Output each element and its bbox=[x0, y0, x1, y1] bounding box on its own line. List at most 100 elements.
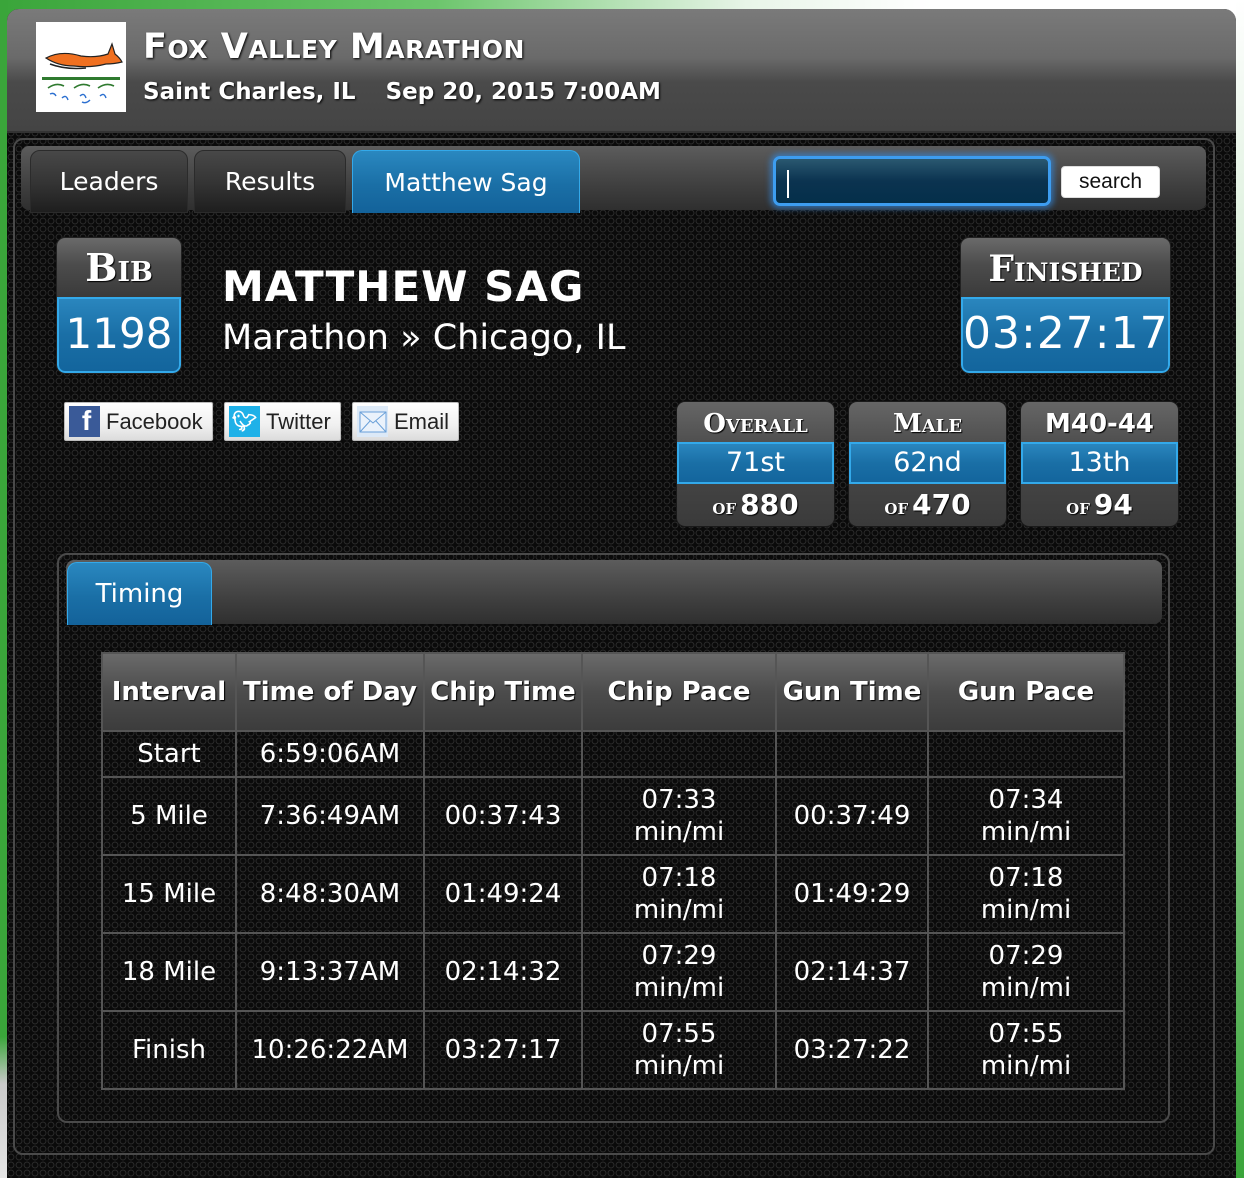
pace-value: 07:29 bbox=[641, 941, 717, 971]
finish-time: 03:27:17 bbox=[961, 297, 1170, 373]
tab-timing[interactable]: Timing bbox=[67, 562, 212, 625]
race-name: Marathon bbox=[222, 318, 389, 358]
pace-value: 07:34 bbox=[988, 785, 1064, 815]
email-icon bbox=[357, 406, 388, 437]
time-of-day-cell: 8:48:30AM bbox=[235, 854, 425, 934]
rank-total-value: 94 bbox=[1093, 488, 1133, 521]
event-datetime: Sep 20, 2015 7:00AM bbox=[385, 79, 661, 105]
search-input[interactable] bbox=[773, 156, 1051, 206]
rank-age-group: M40-44 13th of 94 bbox=[1021, 402, 1178, 526]
pace-unit: min/mi bbox=[633, 895, 725, 925]
pace-unit: min/mi bbox=[633, 973, 725, 1003]
table-row: 18 Mile 9:13:37AM 02:14:32 07:29 min/mi 0… bbox=[101, 932, 1125, 1012]
column-header-gun-time: Gun Time bbox=[775, 652, 929, 732]
tab-leaders[interactable]: Leaders bbox=[30, 150, 188, 213]
facebook-icon: f bbox=[69, 405, 100, 437]
timing-table: Interval Time of Day Chip Time Chip Pace… bbox=[101, 652, 1125, 1090]
table-row: Start 6:59:06AM bbox=[101, 730, 1125, 778]
pace-unit: min/mi bbox=[633, 817, 725, 847]
interval-cell: 18 Mile bbox=[101, 932, 237, 1012]
pace-value: 07:55 bbox=[988, 1019, 1064, 1049]
text-cursor bbox=[787, 170, 789, 198]
page-background-right bbox=[1236, 0, 1244, 1178]
table-row: 5 Mile 7:36:49AM 00:37:43 07:33 min/mi 00… bbox=[101, 776, 1125, 856]
pace-unit: min/mi bbox=[980, 1051, 1072, 1081]
time-of-day-cell: 10:26:22AM bbox=[235, 1010, 425, 1090]
interval-cell: Finish bbox=[101, 1010, 237, 1090]
column-header-chip-pace: Chip Pace bbox=[581, 652, 777, 732]
time-of-day-cell: 7:36:49AM bbox=[235, 776, 425, 856]
search-button[interactable]: search bbox=[1061, 166, 1160, 198]
runner-meta: Marathon » Chicago, IL bbox=[222, 318, 625, 358]
chip-pace-cell bbox=[581, 730, 777, 778]
column-header-gun-pace: Gun Pace bbox=[927, 652, 1125, 732]
column-header-chip-time: Chip Time bbox=[423, 652, 583, 732]
pace-value: 07:18 bbox=[988, 863, 1064, 893]
bib-label: Bib bbox=[57, 238, 181, 297]
share-email-label: Email bbox=[394, 408, 450, 434]
tab-runner[interactable]: Matthew Sag bbox=[352, 150, 580, 213]
column-header-interval: Interval bbox=[101, 652, 237, 732]
pace-value: 07:18 bbox=[641, 863, 717, 893]
gun-pace-cell: 07:29 min/mi bbox=[927, 932, 1125, 1012]
chip-time-cell: 01:49:24 bbox=[423, 854, 583, 934]
time-of-day-cell: 6:59:06AM bbox=[235, 730, 425, 778]
chip-time-cell: 00:37:43 bbox=[423, 776, 583, 856]
chip-time-cell bbox=[423, 730, 583, 778]
rank-label: Male bbox=[892, 409, 963, 439]
pace-unit: min/mi bbox=[633, 1051, 725, 1081]
gun-time-cell: 02:14:37 bbox=[775, 932, 929, 1012]
pace-unit: min/mi bbox=[980, 895, 1072, 925]
rank-total: of 94 bbox=[1021, 484, 1178, 526]
pace-unit: min/mi bbox=[980, 817, 1072, 847]
chip-pace-cell: 07:18 min/mi bbox=[581, 854, 777, 934]
event-header: Fox Valley Marathon Saint Charles, IL Sep… bbox=[7, 9, 1236, 133]
chip-pace-cell: 07:33 min/mi bbox=[581, 776, 777, 856]
chip-time-cell: 03:27:17 bbox=[423, 1010, 583, 1090]
rank-gender: Male 62nd of 470 bbox=[849, 402, 1006, 526]
column-header-time-of-day: Time of Day bbox=[235, 652, 425, 732]
runner-name: MATTHEW SAG bbox=[222, 262, 585, 311]
rank-total-value: 470 bbox=[912, 488, 971, 521]
rank-overall: Overall 71st of 880 bbox=[677, 402, 834, 526]
event-subtitle: Saint Charles, IL Sep 20, 2015 7:00AM bbox=[143, 79, 661, 105]
rank-label: M40-44 bbox=[1044, 409, 1155, 439]
of-label: of bbox=[712, 494, 737, 520]
share-facebook-label: Facebook bbox=[106, 408, 203, 434]
rank-place: 71st bbox=[677, 442, 834, 484]
event-logo bbox=[36, 22, 126, 112]
pace-unit: min/mi bbox=[980, 973, 1072, 1003]
interval-cell: Start bbox=[101, 730, 237, 778]
rank-total-value: 880 bbox=[740, 488, 799, 521]
share-email-button[interactable]: Email bbox=[352, 402, 459, 441]
runner-hometown: Chicago, IL bbox=[432, 318, 626, 358]
share-twitter-button[interactable]: 🐦︎ Twitter bbox=[224, 402, 341, 441]
tab-results[interactable]: Results bbox=[194, 150, 346, 213]
gun-pace-cell: 07:55 min/mi bbox=[927, 1010, 1125, 1090]
share-twitter-label: Twitter bbox=[266, 408, 331, 434]
gun-time-cell: 01:49:29 bbox=[775, 854, 929, 934]
chip-pace-cell: 07:29 min/mi bbox=[581, 932, 777, 1012]
pace-value: 07:55 bbox=[641, 1019, 717, 1049]
pace-value: 07:29 bbox=[988, 941, 1064, 971]
share-facebook-button[interactable]: f Facebook bbox=[64, 402, 213, 441]
bib-badge: Bib 1198 bbox=[57, 238, 181, 373]
interval-cell: 15 Mile bbox=[101, 854, 237, 934]
bib-number: 1198 bbox=[57, 297, 181, 373]
gun-pace-cell bbox=[927, 730, 1125, 778]
rank-total: of 470 bbox=[849, 484, 1006, 526]
rank-label: Overall bbox=[703, 409, 808, 439]
gun-time-cell bbox=[775, 730, 929, 778]
timing-tab-bar bbox=[66, 560, 1162, 624]
table-row: Finish 10:26:22AM 03:27:17 07:55 min/mi 0… bbox=[101, 1010, 1125, 1090]
rank-place: 13th bbox=[1021, 442, 1178, 484]
gun-time-cell: 00:37:49 bbox=[775, 776, 929, 856]
event-title: Fox Valley Marathon bbox=[143, 27, 525, 67]
interval-cell: 5 Mile bbox=[101, 776, 237, 856]
event-location: Saint Charles, IL bbox=[143, 79, 356, 105]
of-label: of bbox=[884, 494, 909, 520]
rank-place: 62nd bbox=[849, 442, 1006, 484]
chip-pace-cell: 07:55 min/mi bbox=[581, 1010, 777, 1090]
finished-label: Finished bbox=[961, 238, 1170, 297]
gun-time-cell: 03:27:22 bbox=[775, 1010, 929, 1090]
